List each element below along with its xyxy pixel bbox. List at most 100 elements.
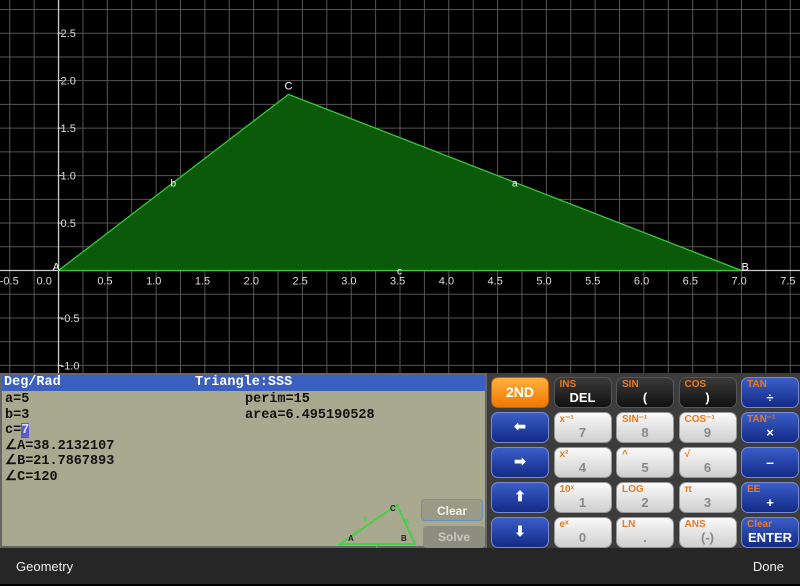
key-0-2[interactable]: SIN( xyxy=(616,377,674,408)
y-tick-label: 1.5 xyxy=(61,123,76,135)
area-value: area=6.495190528 xyxy=(245,407,375,423)
key-secondary-label: INS xyxy=(559,379,577,390)
y-tick-label: 1.0 xyxy=(61,171,76,183)
key-0-4[interactable]: TAN ÷ xyxy=(741,377,799,408)
key-1-0[interactable]: ⬅ xyxy=(491,412,549,443)
key-4-2[interactable]: LN. xyxy=(616,517,674,548)
key-label: ENTER xyxy=(747,530,793,545)
key-label: 2 xyxy=(641,495,649,510)
svg-text:a: a xyxy=(405,518,409,525)
key-secondary-label: EE xyxy=(747,484,761,495)
side-c-value[interactable]: c=7 xyxy=(5,423,30,439)
side-a-value[interactable]: a=5 xyxy=(5,392,29,408)
y-tick-label: -0.5 xyxy=(61,313,80,325)
key-secondary-label: SIN xyxy=(622,379,639,390)
key-2-0[interactable]: ➡ xyxy=(491,447,549,478)
key-secondary-label: LOG xyxy=(622,484,644,495)
key-secondary-label: LN xyxy=(622,519,636,530)
key-secondary-label: TAN⁻¹ xyxy=(747,414,776,425)
key-1-1[interactable]: x⁻¹ 7 xyxy=(553,412,612,443)
side-c-prefix: c= xyxy=(5,423,22,438)
key-3-2[interactable]: LOG 2 xyxy=(616,482,674,513)
key-label: 1 xyxy=(578,495,587,510)
vertex-label: A xyxy=(53,261,61,273)
key-label: 6 xyxy=(703,460,712,475)
key-secondary-label: ANS xyxy=(684,519,706,530)
side-label-b: b xyxy=(171,178,177,189)
angle-c-value: ∠C=120 xyxy=(5,469,58,485)
solve-button[interactable]: Solve xyxy=(423,526,485,548)
x-tick-label: 6.5 xyxy=(683,275,698,287)
key-secondary-label: COS⁻¹ xyxy=(684,414,715,425)
key-label: ⬇ xyxy=(514,523,526,539)
key-secondary-label: √ xyxy=(684,449,691,460)
y-tick-label: 0.5 xyxy=(61,218,76,230)
key-secondary-label: x² xyxy=(559,449,569,460)
key-secondary-label: Clear xyxy=(747,519,773,530)
key-1-3[interactable]: COS⁻¹ 9 xyxy=(678,412,737,443)
key-3-1[interactable]: 10ˣ 1 xyxy=(553,482,612,513)
key-label: ⬆ xyxy=(514,488,526,504)
x-tick-label: -0.5 xyxy=(0,275,19,287)
key-secondary-label: x⁻¹ xyxy=(559,414,574,425)
y-tick-label: 2.5 xyxy=(61,28,76,40)
key-4-4[interactable]: Clear ENTER xyxy=(741,517,799,548)
side-label-c: c xyxy=(397,266,402,277)
side-b-value[interactable]: b=3 xyxy=(5,408,29,424)
y-tick-label: 2.0 xyxy=(61,76,76,88)
key-label: 8 xyxy=(641,425,649,440)
x-tick-label: 7.5 xyxy=(780,275,795,287)
key-secondary-label: SIN⁻¹ xyxy=(622,414,648,425)
key-label: ⬅ xyxy=(514,418,526,434)
x-tick-label: 7.0 xyxy=(731,275,746,287)
graph-canvas[interactable]: -0.5 0.0 0.5 1.0 1.5 2.0 2.5 3.0 3.5 4.0 4.5 5.0 5.5… xyxy=(0,0,800,373)
y-tick-label: -1.0 xyxy=(61,360,80,372)
x-tick-label: 2.5 xyxy=(292,275,307,287)
key-3-4[interactable]: EE + xyxy=(741,482,799,513)
angle-mode[interactable]: Deg/Rad xyxy=(4,375,61,391)
key-0-0[interactable]: 2ND xyxy=(491,377,549,408)
key-0-1[interactable]: INS DEL xyxy=(553,377,612,408)
x-tick-label: 6.0 xyxy=(634,275,649,287)
x-tick-label: 3.0 xyxy=(341,275,356,287)
key-3-3[interactable]: π3 xyxy=(678,482,737,513)
bottom-bar: Geometry Done xyxy=(0,548,800,584)
key-label: + xyxy=(766,495,774,510)
key-2-4[interactable]: – xyxy=(741,447,799,478)
keypad: 2ND INS DEL SIN(COS) TAN ÷ ⬅ x⁻¹ 7 SIN⁻¹ 8 COS⁻¹ 9 TA… xyxy=(487,373,800,548)
key-label: × xyxy=(766,425,774,440)
key-3-0[interactable]: ⬆ xyxy=(491,482,549,513)
key-1-2[interactable]: SIN⁻¹ 8 xyxy=(616,412,674,443)
cursor-value[interactable]: 7 xyxy=(21,423,30,438)
key-label: 0 xyxy=(578,530,587,545)
angle-b-value: ∠B=21.7867893 xyxy=(5,454,115,469)
key-4-3[interactable]: ANS (-) xyxy=(678,517,737,548)
key-label: ) xyxy=(705,390,710,405)
x-tick-label: 1.5 xyxy=(195,275,210,287)
done-button[interactable]: Done xyxy=(753,548,784,586)
key-label: ➡ xyxy=(514,453,526,469)
x-tick-label: 5.5 xyxy=(585,275,600,287)
display-header: Deg/Rad Triangle:SSS xyxy=(2,375,485,391)
key-2-2[interactable]: ^ 5 xyxy=(616,447,674,478)
key-1-4[interactable]: TAN⁻¹ × xyxy=(741,412,799,443)
key-4-0[interactable]: ⬇ xyxy=(491,517,549,548)
key-secondary-label: 10ˣ xyxy=(559,484,575,495)
x-tick-label: 5.0 xyxy=(536,275,551,287)
angle-a-value: ∠A=38.2132107 xyxy=(5,438,115,454)
key-label: ÷ xyxy=(766,390,774,405)
x-tick-label: 2.0 xyxy=(244,275,259,287)
vertex-label: C xyxy=(284,80,292,92)
key-4-1[interactable]: eˣ 0 xyxy=(553,517,612,548)
key-secondary-label: ^ xyxy=(622,449,628,460)
svg-text:A: A xyxy=(348,534,354,543)
vertex-label: B xyxy=(741,261,748,273)
key-label: 2ND xyxy=(505,384,534,400)
x-tick-label: 1.0 xyxy=(146,275,161,287)
key-2-3[interactable]: √ 6 xyxy=(678,447,737,478)
geometry-button[interactable]: Geometry xyxy=(16,548,73,586)
key-0-3[interactable]: COS) xyxy=(678,377,737,408)
key-2-1[interactable]: x² 4 xyxy=(553,447,612,478)
svg-text:C: C xyxy=(390,504,396,513)
clear-button[interactable]: Clear xyxy=(421,499,483,521)
